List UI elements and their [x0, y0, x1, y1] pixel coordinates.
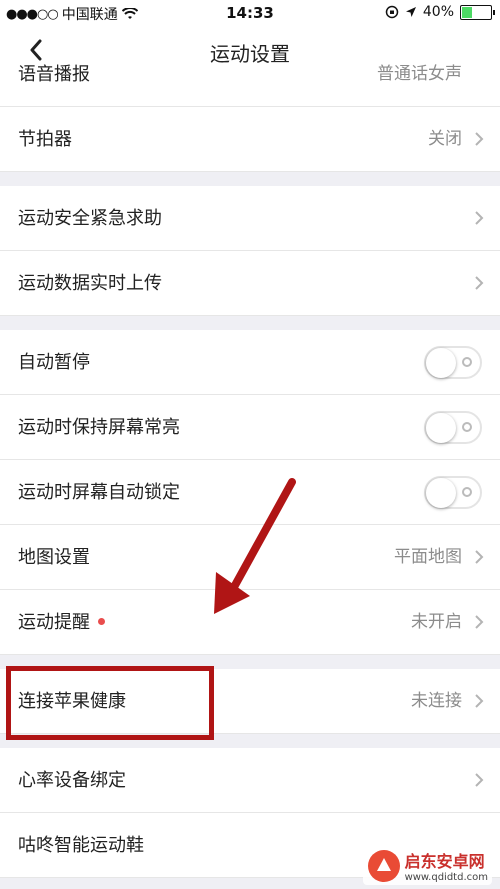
watermark-url: www.qdidtd.com — [404, 872, 488, 883]
watermark-name: 启东安卓网 — [404, 852, 485, 871]
annotation-highlight-box — [6, 666, 214, 740]
watermark-logo-icon — [367, 849, 400, 882]
watermark: 启东安卓网 www.qdidtd.com — [362, 846, 492, 885]
annotation-arrow — [214, 478, 296, 614]
